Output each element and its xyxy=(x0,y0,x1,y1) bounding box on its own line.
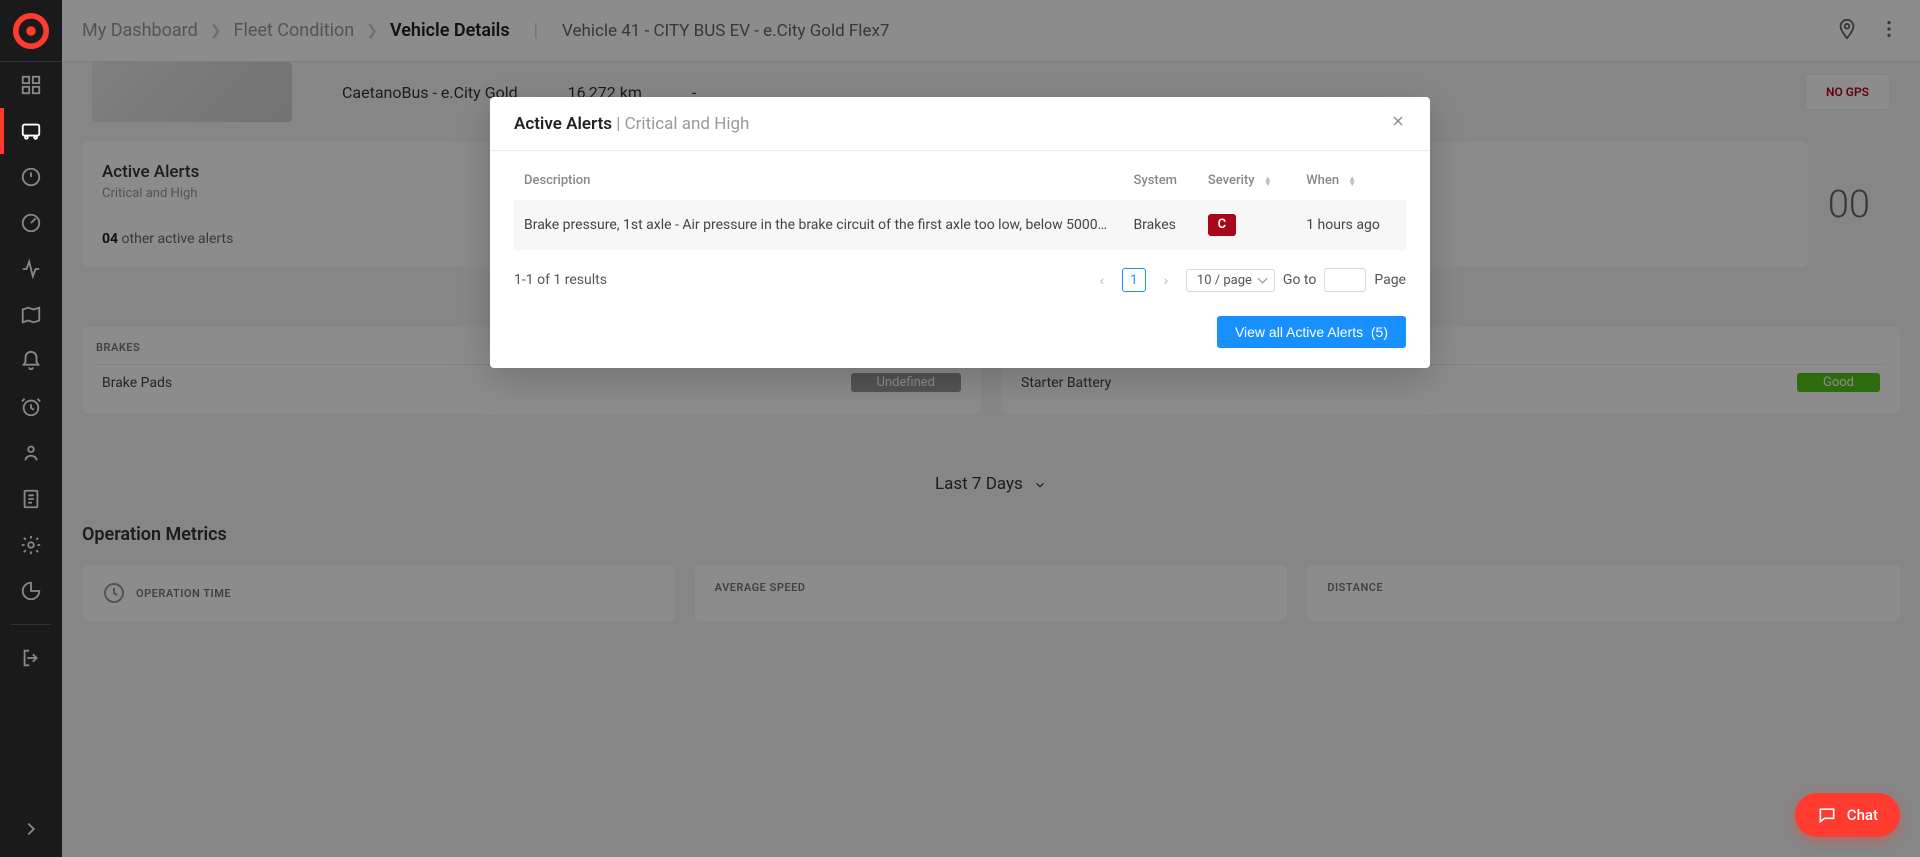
activity-icon xyxy=(20,258,42,280)
users-icon xyxy=(20,442,42,464)
chat-icon xyxy=(1817,805,1837,825)
nav-logout[interactable] xyxy=(0,635,62,681)
active-alerts-modal: Active Alerts | Critical and High Descri… xyxy=(490,97,1430,368)
table-footer: 1-1 of 1 results ‹ 1 › 10 / page Go to P… xyxy=(514,268,1406,292)
view-all-alerts-button[interactable]: View all Active Alerts (5) xyxy=(1217,316,1406,348)
alert-row[interactable]: Brake pressure, 1st axle - Air pressure … xyxy=(514,200,1406,250)
bell-icon xyxy=(20,350,42,372)
col-severity[interactable]: Severity ▲▼ xyxy=(1198,161,1296,200)
goto-label: Go to xyxy=(1283,272,1316,288)
nav-users[interactable] xyxy=(0,430,62,476)
brand-logo[interactable] xyxy=(0,0,62,62)
alerts-table: Description System Severity ▲▼ When ▲▼ B… xyxy=(514,161,1406,250)
gauge-icon xyxy=(20,212,42,234)
page-size-select[interactable]: 10 / page xyxy=(1186,269,1275,292)
nav-settings[interactable] xyxy=(0,522,62,568)
page-label: Page xyxy=(1374,272,1406,288)
nav-dashboard[interactable] xyxy=(0,62,62,108)
bus-icon xyxy=(20,120,42,142)
pager-current-page[interactable]: 1 xyxy=(1122,268,1146,292)
sort-icon: ▲▼ xyxy=(1348,176,1356,186)
clock-alarm-icon xyxy=(20,396,42,418)
alert-when: 1 hours ago xyxy=(1296,200,1406,250)
nav-gauge[interactable] xyxy=(0,200,62,246)
nav-expand[interactable] xyxy=(0,811,62,857)
warning-circle-icon xyxy=(20,166,42,188)
modal-header: Active Alerts | Critical and High xyxy=(490,97,1430,151)
modal-title: Active Alerts | Critical and High xyxy=(514,114,749,134)
chat-button[interactable]: Chat xyxy=(1795,793,1900,837)
nav-activity[interactable] xyxy=(0,246,62,292)
alert-system: Brakes xyxy=(1123,200,1197,250)
col-when[interactable]: When ▲▼ xyxy=(1296,161,1406,200)
sidebar-divider xyxy=(11,624,51,625)
modal-close-button[interactable] xyxy=(1390,113,1406,134)
pager-next[interactable]: › xyxy=(1154,268,1178,292)
nav-alerts[interactable] xyxy=(0,154,62,200)
close-icon xyxy=(1390,113,1406,129)
nav-schedule[interactable] xyxy=(0,384,62,430)
logout-icon xyxy=(20,647,42,669)
col-description: Description xyxy=(514,161,1123,200)
nav-analytics[interactable] xyxy=(0,568,62,614)
sort-icon: ▲▼ xyxy=(1264,176,1272,186)
nav-fleet[interactable] xyxy=(0,108,62,154)
document-icon xyxy=(20,488,42,510)
goto-page-input[interactable] xyxy=(1324,268,1366,292)
grid-icon xyxy=(20,74,42,96)
map-icon xyxy=(20,304,42,326)
nav-notifications[interactable] xyxy=(0,338,62,384)
pie-icon xyxy=(20,580,42,602)
nav-reports[interactable] xyxy=(0,476,62,522)
severity-badge-critical: C xyxy=(1208,214,1236,236)
pagination: ‹ 1 › 10 / page Go to Page xyxy=(1090,268,1406,292)
logo-icon xyxy=(12,12,50,50)
chevron-right-icon xyxy=(20,818,42,840)
pager-prev[interactable]: ‹ xyxy=(1090,268,1114,292)
results-count: 1-1 of 1 results xyxy=(514,272,607,288)
nav-map[interactable] xyxy=(0,292,62,338)
alert-severity: C xyxy=(1198,200,1296,250)
sidebar xyxy=(0,0,62,857)
modal-body: Description System Severity ▲▼ When ▲▼ B… xyxy=(490,151,1430,368)
alert-description: Brake pressure, 1st axle - Air pressure … xyxy=(514,200,1123,250)
gear-icon xyxy=(20,534,42,556)
modal-actions: View all Active Alerts (5) xyxy=(514,316,1406,348)
chat-label: Chat xyxy=(1847,806,1878,824)
col-system: System xyxy=(1123,161,1197,200)
